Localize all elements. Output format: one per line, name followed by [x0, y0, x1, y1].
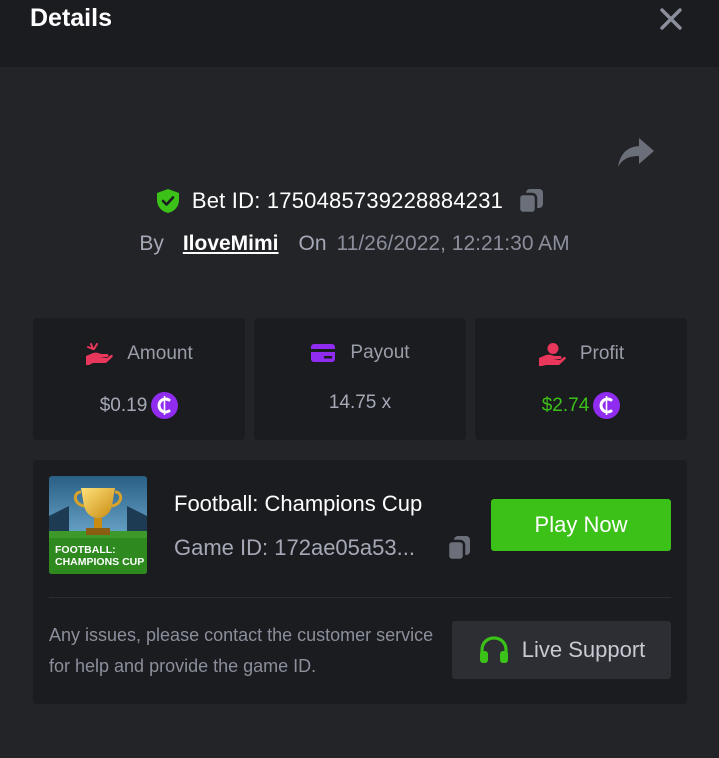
live-support-label: Live Support — [521, 637, 646, 662]
game-id: Game ID: 172ae05a53... — [174, 535, 415, 560]
game-card: FOOTBALL: CHAMPIONS CUP Football: Champi… — [33, 460, 687, 704]
coin-icon — [151, 392, 179, 419]
payout-card: Payout 14.75 x — [254, 318, 466, 440]
play-now-button[interactable]: Play Now — [491, 499, 671, 551]
modal-header: Details — [0, 0, 719, 67]
headset-icon — [479, 636, 508, 663]
card-icon — [311, 344, 336, 362]
amount-value: $0.19 — [99, 394, 148, 416]
thumb-title-line1: FOOTBALL: — [55, 544, 116, 556]
profit-label: Profit — [579, 343, 625, 364]
divider — [49, 597, 671, 598]
payout-value: 14.75 x — [328, 392, 392, 413]
game-thumbnail[interactable]: FOOTBALL: CHAMPIONS CUP — [49, 476, 147, 574]
amount-label: Amount — [127, 343, 193, 364]
live-support-button[interactable]: Live Support — [452, 621, 671, 679]
bet-date: 11/26/2022, 12:21:30 AM — [336, 232, 570, 255]
thumb-title-line2: CHAMPIONS CUP — [55, 556, 144, 568]
coin-icon — [593, 392, 621, 419]
by-label: By — [139, 232, 164, 255]
profit-card: Profit $2.74 — [475, 318, 687, 440]
username-link[interactable]: IloveMimi — [183, 232, 279, 256]
hand-money-icon — [86, 343, 113, 365]
bet-id-row: Bet ID: 1750485739228884231 — [0, 184, 719, 218]
profit-value: $2.74 — [541, 394, 590, 416]
share-icon[interactable] — [617, 136, 655, 168]
hand-coin-icon — [538, 343, 566, 366]
shield-check-icon — [156, 189, 179, 213]
on-label: On — [298, 232, 327, 255]
amount-card: Amount $0.19 — [33, 318, 245, 440]
payout-label: Payout — [350, 342, 410, 363]
game-name[interactable]: Football: Champions Cup — [174, 491, 422, 517]
copy-icon[interactable] — [517, 187, 545, 215]
help-text: Any issues, please contact the customer … — [49, 625, 434, 676]
modal-title: Details — [30, 4, 112, 32]
bet-meta-row: By IloveMimi On 11/26/2022, 12:21:30 AM — [0, 228, 719, 260]
bet-id: Bet ID: 1750485739228884231 — [191, 188, 504, 213]
close-icon[interactable] — [658, 6, 684, 32]
copy-icon[interactable] — [446, 534, 472, 562]
